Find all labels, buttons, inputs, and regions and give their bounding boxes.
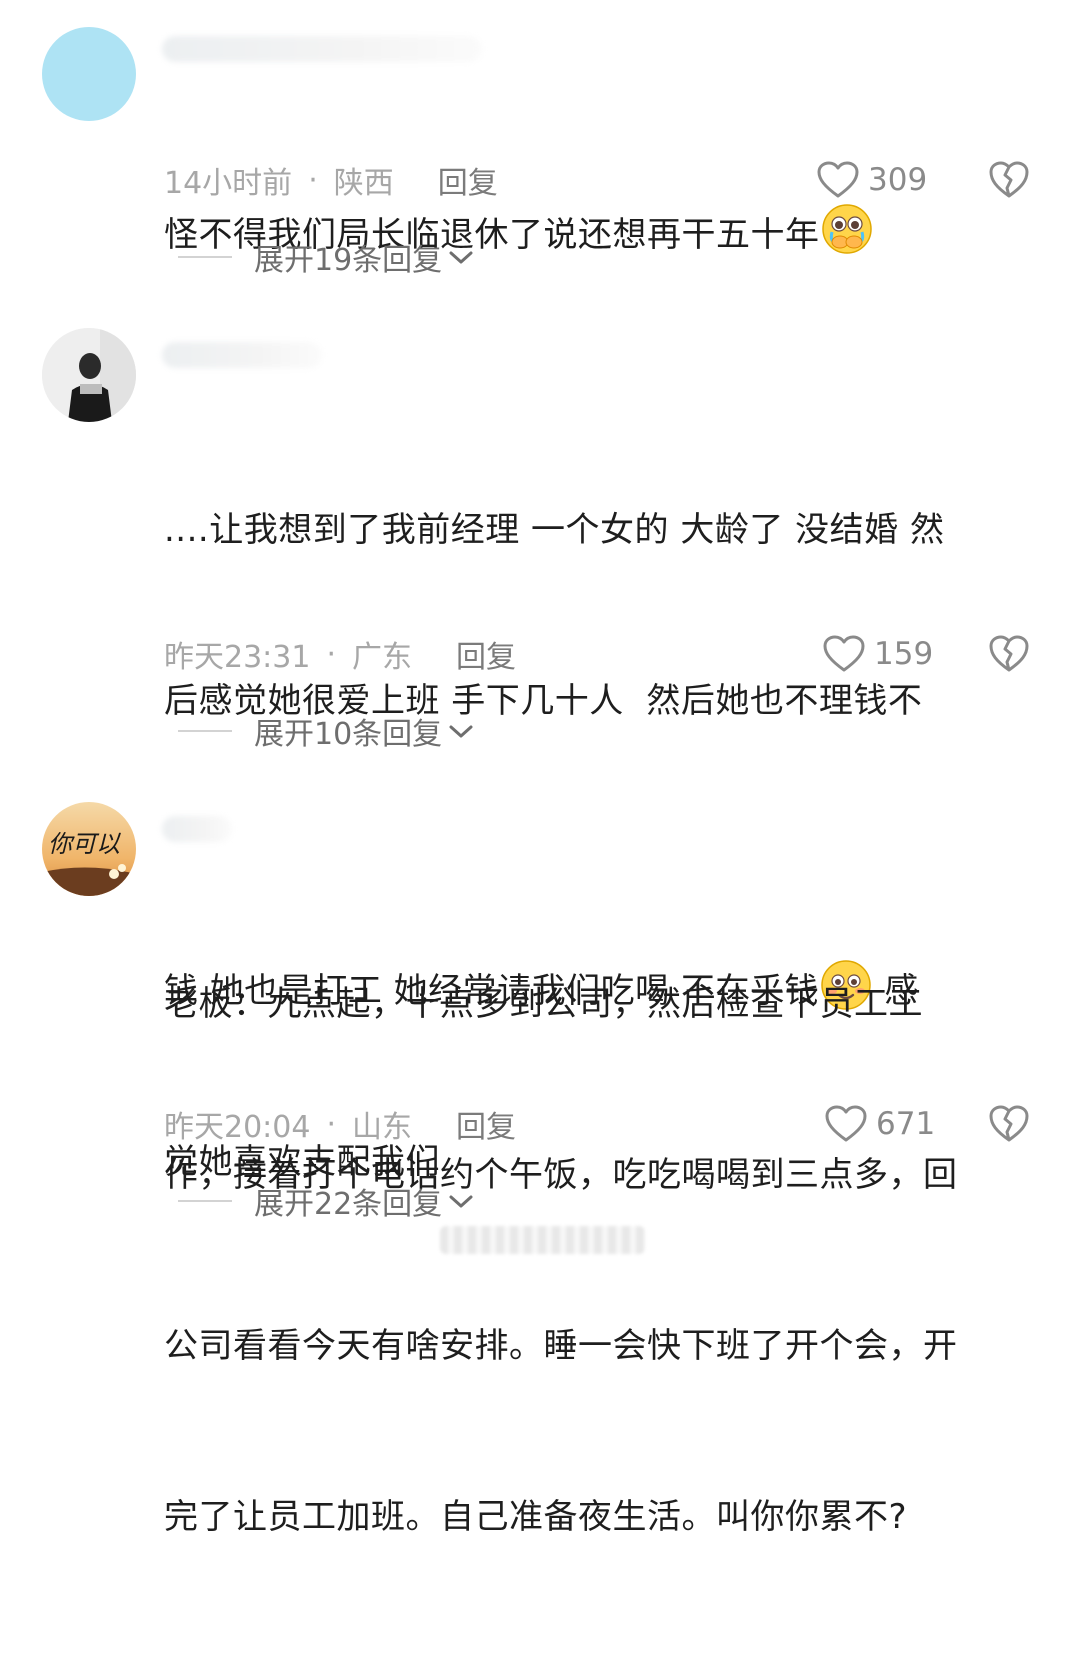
- like-button[interactable]: 159: [822, 634, 933, 674]
- expand-replies-label: 展开22条回复: [254, 1187, 443, 1222]
- reply-button[interactable]: 回复: [438, 158, 498, 202]
- comment-location: 广东: [352, 640, 413, 675]
- expand-divider: [178, 256, 232, 258]
- heart-icon: [825, 1105, 867, 1142]
- comment-time: 昨天23:31: [164, 640, 311, 675]
- comment-time: 昨天20:04: [164, 1110, 311, 1145]
- meta-separator: ·: [326, 1106, 337, 1142]
- comment-meta: 昨天23:31 · 广东 回复: [164, 632, 516, 676]
- comment-meta: 昨天20:04 · 山东 回复: [164, 1102, 516, 1146]
- comment-time: 14小时前: [164, 166, 293, 201]
- like-count: 671: [876, 1106, 936, 1142]
- username-blurred[interactable]: [162, 342, 322, 368]
- avatar[interactable]: 你可以: [42, 802, 136, 896]
- chevron-down-icon: [449, 1195, 473, 1208]
- expand-divider: [178, 1200, 232, 1202]
- username-blurred[interactable]: [162, 816, 232, 842]
- reply-button[interactable]: 回复: [456, 632, 516, 676]
- avatar-text: 你可以: [48, 830, 121, 858]
- chevron-down-icon: [449, 251, 473, 264]
- chevron-down-icon: [449, 725, 473, 738]
- like-button[interactable]: 309: [816, 160, 927, 200]
- expand-replies-label: 展开10条回复: [254, 717, 443, 752]
- comment-location: 山东: [352, 1110, 413, 1145]
- expand-divider: [178, 730, 232, 732]
- comment-text-line: 公司看看今天有啥安排。睡一会快下班了开个会，开: [164, 1326, 958, 1366]
- expand-replies-label: 展开19条回复: [254, 243, 443, 278]
- comment-text: 老板：九点起，十点多到公司，然后检查下员工工 作，接着打个电话约个午饭，吃吃喝喝…: [164, 862, 1044, 1660]
- username-blurred[interactable]: [162, 36, 482, 62]
- comment-text-line: ....让我想到了我前经理 一个女的 大龄了 没结婚 然: [164, 510, 945, 550]
- broken-heart-icon[interactable]: [988, 1103, 1030, 1145]
- crying-emoji-icon: [820, 88, 874, 254]
- broken-heart-icon[interactable]: [988, 633, 1030, 675]
- comment-text-line: 完了让员工加班。自己准备夜生活。叫你你累不?: [164, 1497, 908, 1537]
- like-count: 309: [868, 162, 928, 198]
- comment-meta: 14小时前 · 陕西 回复: [164, 158, 498, 202]
- expand-replies-button[interactable]: 展开22条回复: [178, 1181, 474, 1222]
- like-count: 159: [874, 636, 934, 672]
- avatar[interactable]: [42, 27, 136, 121]
- broken-heart-icon[interactable]: [988, 159, 1030, 201]
- heart-icon: [823, 635, 865, 672]
- meta-separator: ·: [308, 162, 318, 198]
- comment-text-line: 老板：九点起，十点多到公司，然后检查下员工工: [164, 984, 923, 1024]
- avatar[interactable]: [42, 328, 136, 422]
- expand-replies-button[interactable]: 展开10条回复: [178, 711, 474, 752]
- expand-replies-button[interactable]: 展开19条回复: [178, 237, 474, 278]
- watermark-blurred: [440, 1226, 645, 1254]
- reply-button[interactable]: 回复: [456, 1102, 516, 1146]
- heart-icon: [817, 161, 859, 198]
- like-button[interactable]: 671: [824, 1104, 935, 1144]
- meta-separator: ·: [326, 636, 337, 672]
- comment-location: 陕西: [333, 166, 394, 201]
